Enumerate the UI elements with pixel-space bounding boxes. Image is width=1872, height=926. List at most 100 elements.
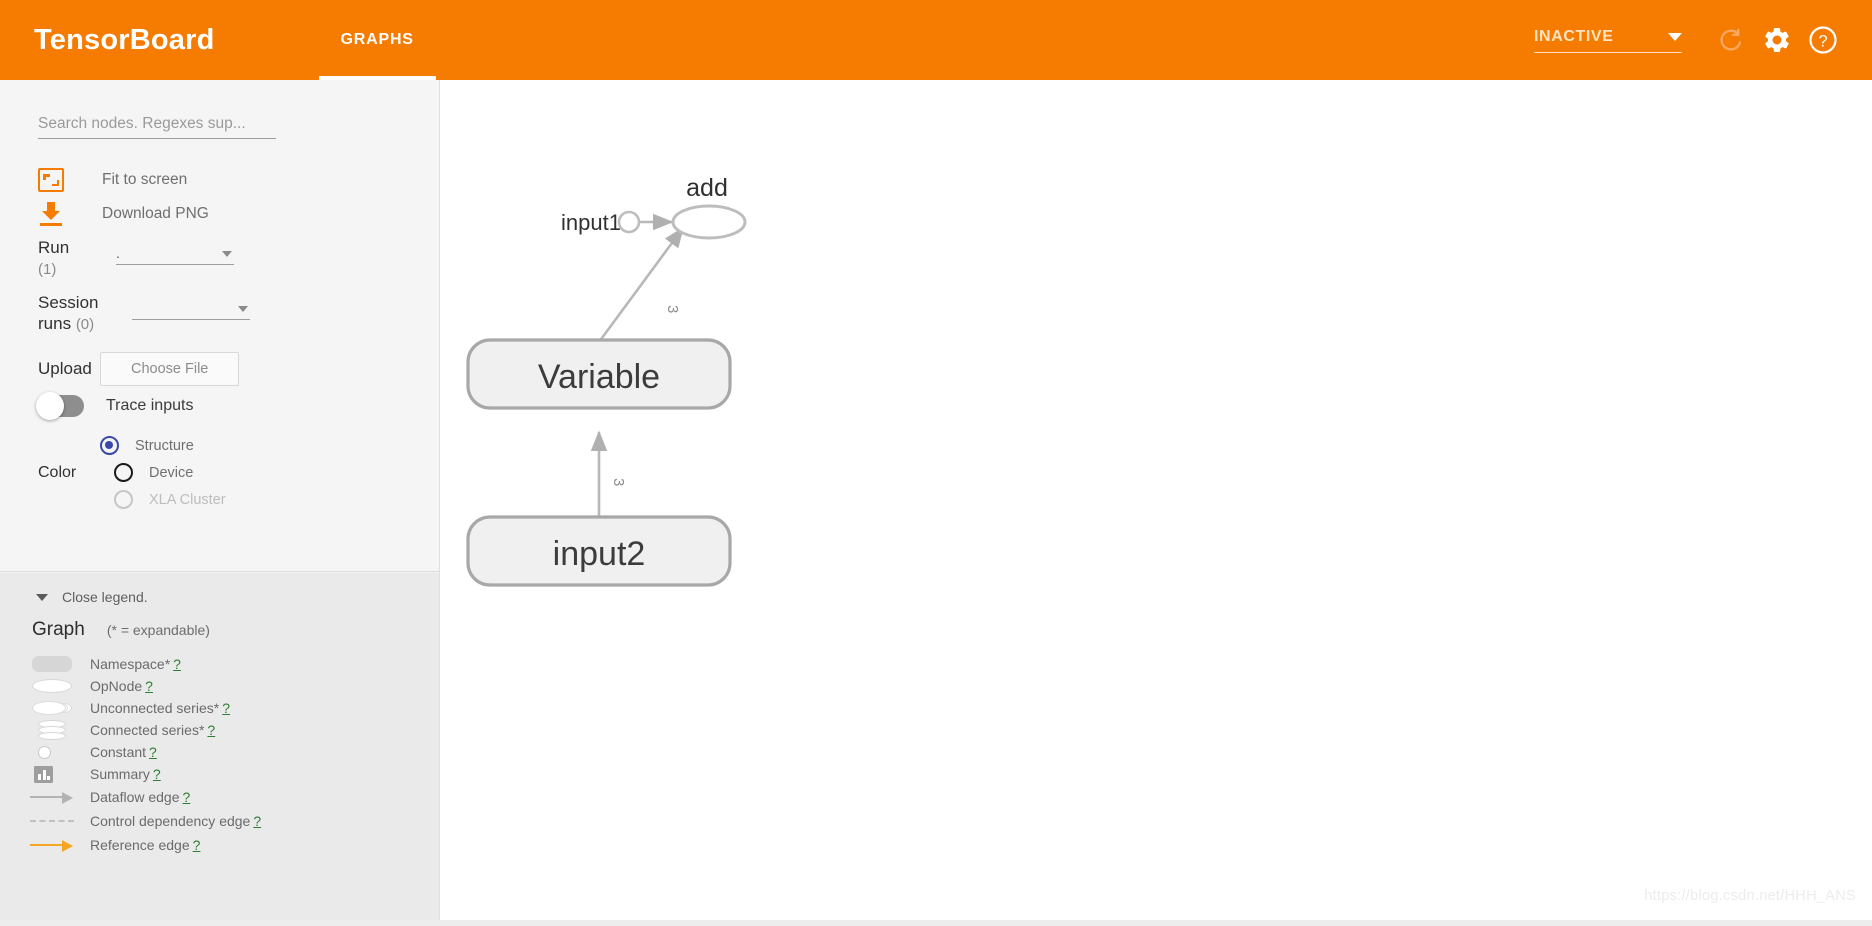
run-dropdown-value: . <box>116 245 120 261</box>
close-legend-button[interactable]: Close legend. <box>36 589 148 605</box>
constant-shape-icon <box>26 741 82 763</box>
legend-item-namespace: Namespace*? <box>26 653 426 675</box>
bottom-strip <box>0 920 1872 926</box>
choose-file-button[interactable]: Choose File <box>100 352 240 386</box>
help-link[interactable]: ? <box>183 789 191 805</box>
color-label: Color <box>38 463 77 481</box>
legend-item-constant-label: Constant <box>90 744 147 760</box>
graph-node-variable[interactable]: Variable <box>466 338 732 410</box>
session-runs-field: Session runs (0) <box>38 292 250 335</box>
legend-item-reference-edge: Reference edge? <box>26 833 426 857</box>
legend-expandable-note: (* = expandable) <box>106 622 210 638</box>
watermark: https://blog.csdn.net/HHH_ANS <box>1644 888 1856 904</box>
run-label: Run (1) <box>38 238 70 279</box>
chevron-down-icon <box>36 593 48 601</box>
dataflow-edge-icon <box>26 786 82 808</box>
color-option-device[interactable]: Device <box>114 459 226 486</box>
graph-node-add-label: add <box>686 174 728 202</box>
namespace-shape-icon <box>26 653 82 675</box>
header-right-controls: INACTIVE ? <box>1534 0 1846 80</box>
help-link[interactable]: ? <box>222 700 230 716</box>
download-png-button[interactable]: Download PNG <box>38 202 209 226</box>
session-runs-label: Session runs (0) <box>38 293 99 334</box>
session-runs-count: (0) <box>75 316 95 334</box>
tab-graphs-label: GRAPHS <box>340 31 414 48</box>
color-option-xla-cluster-label: XLA Cluster <box>149 491 226 508</box>
body-area: Fit to screen Download PNG Run (1) . <box>0 80 1872 926</box>
unconnected-series-icon <box>26 697 82 719</box>
graph-edge-label: 3 <box>610 478 627 486</box>
help-link[interactable]: ? <box>145 678 153 694</box>
control-dependency-edge-icon <box>26 810 82 832</box>
color-field: Color Structure Device XLA Cluster <box>38 432 226 513</box>
caret-down-icon <box>1668 32 1682 41</box>
search-input[interactable] <box>38 115 276 139</box>
fit-to-screen-label: Fit to screen <box>102 171 188 188</box>
app-header: TensorBoard GRAPHS INACTIVE ? <box>0 0 1872 80</box>
legend-item-control-dependency-edge: Control dependency edge? <box>26 809 426 833</box>
graph-canvas[interactable]: 3 3 input1 add Variable input2 https://b… <box>440 80 1872 926</box>
chevron-down-icon <box>222 251 232 257</box>
opnode-shape-icon <box>26 675 82 697</box>
search-container <box>38 115 276 139</box>
graph-edge-input2-variable[interactable]: 3 <box>590 430 627 520</box>
opnode-shape-icon <box>671 204 747 240</box>
graph-node-input2[interactable]: input2 <box>466 515 732 587</box>
graph-svg: 3 3 input1 add Variable input2 <box>466 174 747 587</box>
trace-inputs-toggle[interactable]: Trace inputs <box>36 392 194 420</box>
color-radio-group: Structure Device XLA Cluster <box>100 432 226 513</box>
legend-title-row: Graph (* = expandable) <box>32 619 210 641</box>
help-link[interactable]: ? <box>153 766 161 782</box>
legend-item-connected-series-label: Connected series* <box>90 722 205 738</box>
gear-icon[interactable] <box>1754 17 1800 63</box>
help-link[interactable]: ? <box>173 656 181 672</box>
legend-item-opnode: OpNode? <box>26 675 426 697</box>
graph-edge-variable-add[interactable]: 3 <box>597 226 685 343</box>
graph-node-input2-label: input2 <box>553 535 646 573</box>
run-count: (1) <box>38 261 57 279</box>
fit-to-screen-button[interactable]: Fit to screen <box>38 168 187 192</box>
upload-field: Upload Choose File <box>38 352 240 386</box>
radio-device-icon <box>114 463 133 482</box>
help-link[interactable]: ? <box>149 744 157 760</box>
graph-node-input1[interactable]: input1 <box>561 210 641 235</box>
color-option-structure-label: Structure <box>135 437 194 454</box>
legend-item-constant: Constant? <box>26 741 426 763</box>
color-option-structure[interactable]: Structure <box>100 432 226 459</box>
trace-inputs-label: Trace inputs <box>106 397 194 414</box>
legend-item-unconnected-series-label: Unconnected series* <box>90 700 220 716</box>
legend-item-unconnected-series: Unconnected series*? <box>26 697 426 719</box>
legend-panel: Close legend. Graph (* = expandable) Nam… <box>0 573 439 926</box>
graph-node-add[interactable]: add <box>671 174 747 240</box>
legend-title: Graph <box>32 619 85 640</box>
legend-item-summary-label: Summary <box>90 766 150 782</box>
legend-item-opnode-label: OpNode <box>90 678 143 694</box>
constant-shape-icon <box>617 210 641 234</box>
sidebar-controls: Fit to screen Download PNG Run (1) . <box>0 80 439 572</box>
help-link[interactable]: ? <box>207 722 215 738</box>
legend-item-connected-series: Connected series*? <box>26 719 426 741</box>
radio-structure-icon <box>100 436 119 455</box>
legend-item-control-dependency-edge-label: Control dependency edge <box>90 813 251 829</box>
tab-graphs[interactable]: GRAPHS <box>318 0 437 80</box>
download-png-label: Download PNG <box>102 205 209 222</box>
fit-to-screen-icon <box>38 168 64 192</box>
toggle-switch-icon <box>36 392 84 420</box>
status-dropdown[interactable]: INACTIVE <box>1534 28 1682 53</box>
download-icon <box>38 202 64 226</box>
graph-edge-label: 3 <box>664 305 681 313</box>
svg-text:?: ? <box>1818 32 1827 50</box>
session-runs-dropdown[interactable] <box>132 296 250 320</box>
refresh-icon[interactable] <box>1708 17 1754 63</box>
legend-item-summary: Summary? <box>26 763 426 785</box>
help-circle-icon[interactable]: ? <box>1800 17 1846 63</box>
help-link[interactable]: ? <box>253 813 261 829</box>
legend-item-dataflow-edge: Dataflow edge? <box>26 785 426 809</box>
connected-series-icon <box>26 719 82 741</box>
status-dropdown-value: INACTIVE <box>1534 27 1614 45</box>
upload-label: Upload <box>38 359 92 379</box>
chevron-down-icon <box>238 306 248 312</box>
help-link[interactable]: ? <box>193 837 201 853</box>
run-dropdown[interactable]: . <box>116 241 234 265</box>
color-option-xla-cluster: XLA Cluster <box>114 486 226 513</box>
